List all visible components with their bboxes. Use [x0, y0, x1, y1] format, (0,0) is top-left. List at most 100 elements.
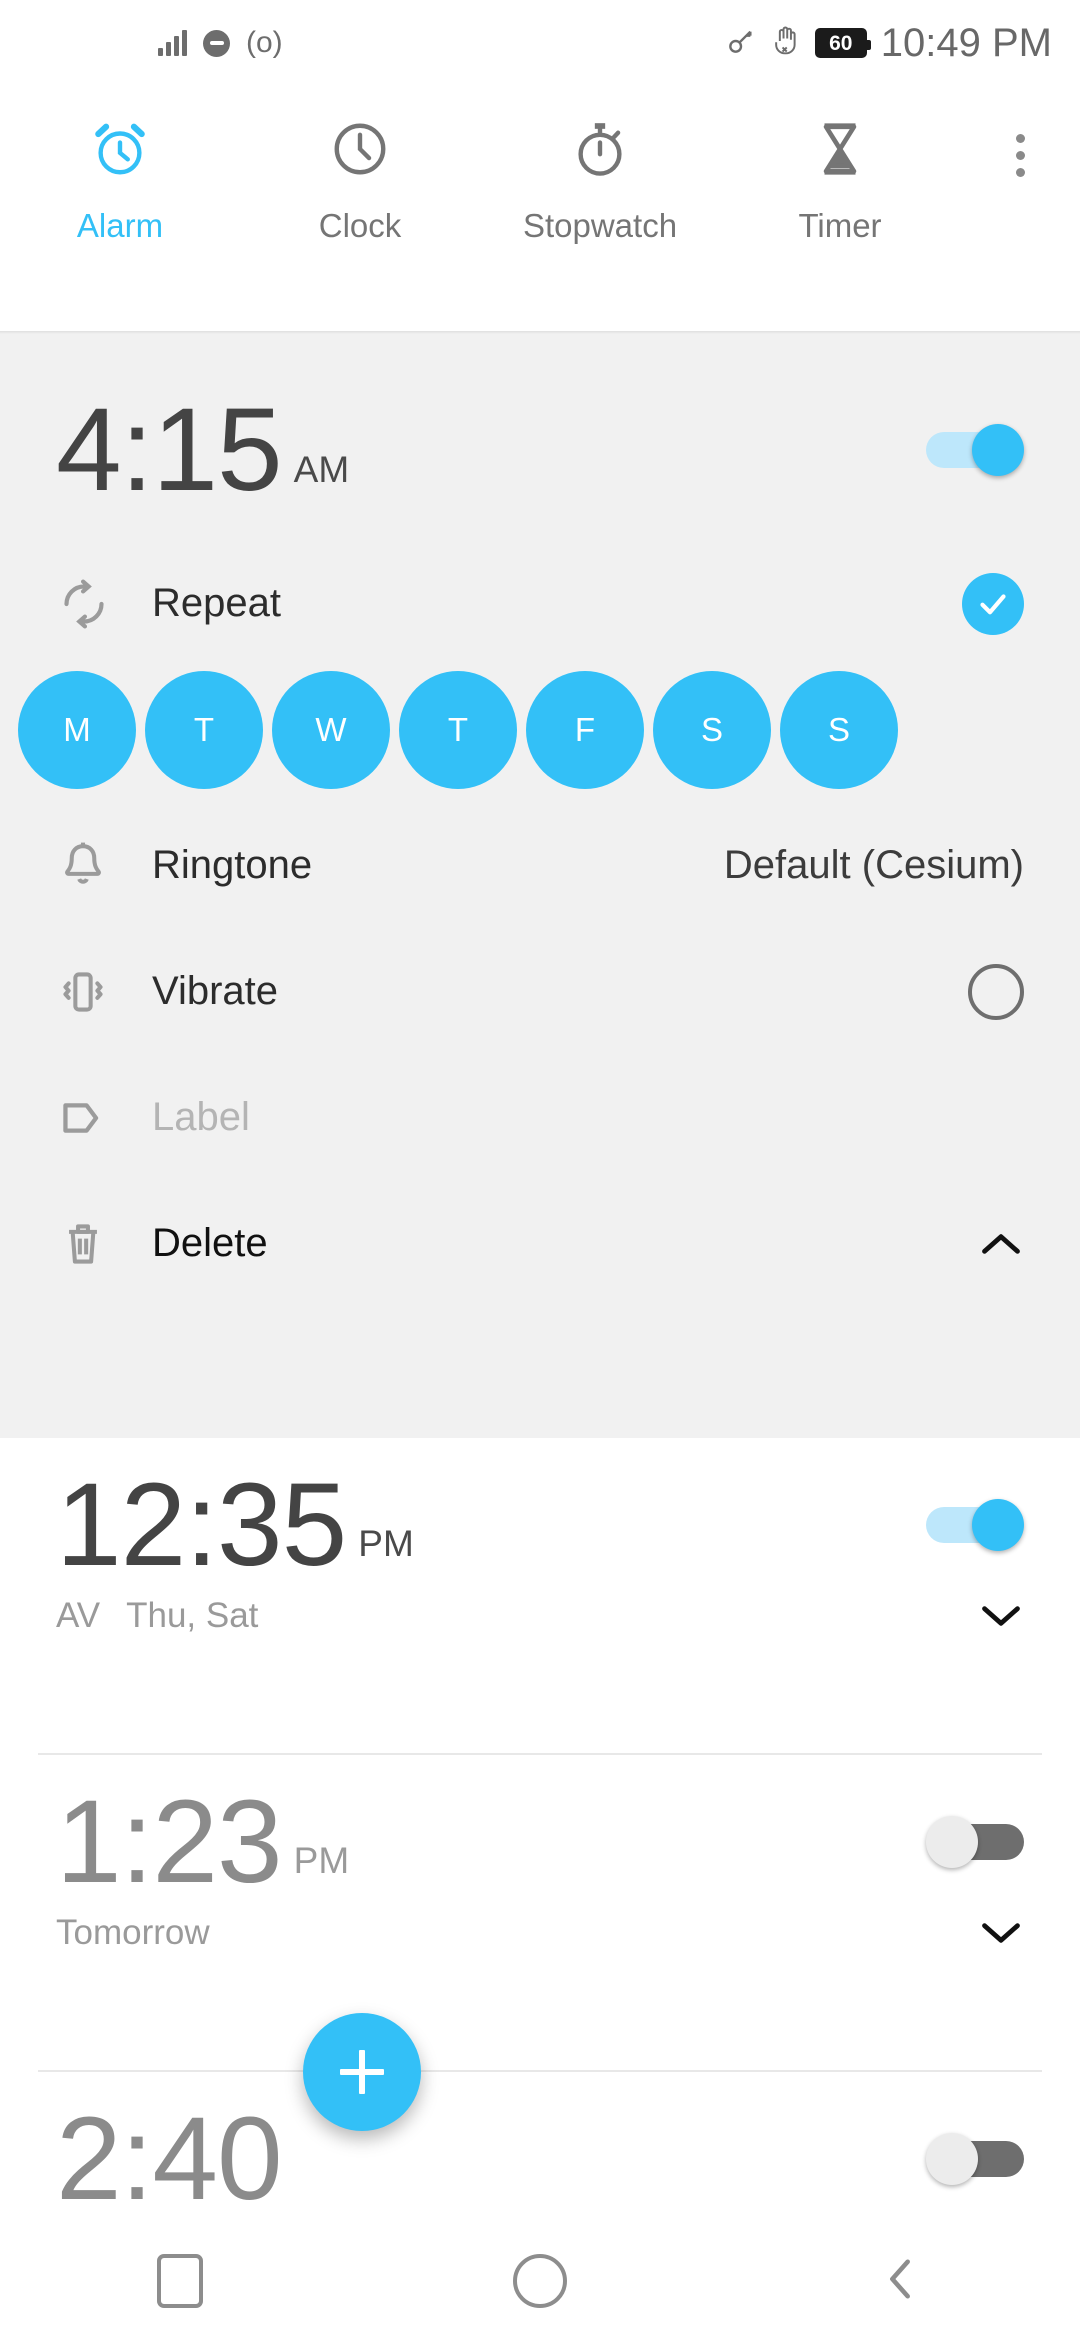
toggle-knob: [926, 1816, 978, 1868]
circle-icon: [513, 2254, 567, 2308]
repeat-checkbox[interactable]: [962, 572, 1024, 635]
dot: [1015, 151, 1025, 160]
alarm-row-240[interactable]: 2:40: [0, 2072, 1080, 2222]
system-nav-bar: [0, 2222, 1080, 2340]
do-not-disturb-icon: [203, 29, 230, 57]
clock-app-screen: (o) 60 10:49 PM Alarm Clock Stopwatch Ti…: [0, 0, 1080, 2340]
trash-icon: [56, 1217, 152, 1271]
dot: [1015, 134, 1025, 143]
repeat-icon: [56, 576, 152, 632]
ringtone-label: Ringtone: [152, 843, 313, 888]
back-button[interactable]: [810, 2222, 990, 2340]
day-saturday[interactable]: S: [653, 670, 771, 789]
day-monday[interactable]: M: [18, 670, 136, 789]
vibrate-checkbox[interactable]: [968, 963, 1024, 1020]
clock-icon: [329, 118, 391, 185]
vibrate-label: Vibrate: [152, 969, 279, 1014]
alarm-123-toggle[interactable]: [926, 1813, 1024, 1871]
tab-alarm[interactable]: Alarm: [0, 86, 240, 245]
label-row[interactable]: Label: [0, 1055, 1080, 1181]
status-bar-left: (o): [28, 28, 283, 58]
bell-icon: [56, 839, 152, 893]
ringtone-row[interactable]: Ringtone Default (Cesium): [0, 803, 1080, 929]
tab-timer-label: Timer: [798, 207, 882, 244]
expanded-alarm-meridiem: AM: [293, 448, 350, 490]
chevron-up-icon[interactable]: [978, 1221, 1024, 1267]
chevron-down-icon[interactable]: [978, 1910, 1024, 1956]
label-input[interactable]: Label: [152, 1095, 1024, 1140]
add-alarm-button[interactable]: [303, 2013, 421, 2131]
day-wednesday[interactable]: W: [272, 670, 390, 789]
no-touch-icon: [771, 25, 801, 62]
alarm-1235-meridiem: PM: [358, 1523, 414, 1565]
repeat-label: Repeat: [152, 581, 281, 626]
alarm-123-meridiem: PM: [293, 1840, 350, 1882]
plus-icon: [340, 2050, 384, 2094]
alarm-row-1235[interactable]: 12:35 PM AV Thu, Sat: [0, 1438, 1080, 1753]
tab-alarm-label: Alarm: [76, 207, 164, 244]
alarm-123-days: Tomorrow: [56, 1913, 210, 1952]
toggle-knob: [972, 1499, 1024, 1551]
expanded-alarm-time[interactable]: 4:15 AM: [56, 384, 350, 516]
tab-list: Alarm Clock Stopwatch Timer: [0, 86, 960, 245]
more-options-button[interactable]: [960, 86, 1080, 177]
alarm-240-top: 2:40: [0, 2072, 1080, 2217]
chevron-down-icon[interactable]: [978, 1593, 1024, 1639]
alarm-240-toggle[interactable]: [926, 2130, 1024, 2188]
signal-bars-icon: [158, 30, 187, 56]
delete-row[interactable]: Delete: [0, 1181, 1080, 1307]
expanded-alarm-time-value: 4:15: [56, 384, 283, 516]
alarm-1235-time[interactable]: 12:35 PM: [56, 1458, 414, 1591]
alarm-1235-time-value: 12:35: [56, 1458, 347, 1591]
day-friday[interactable]: F: [526, 670, 644, 789]
battery-icon: 60: [814, 28, 871, 58]
recents-button[interactable]: [90, 2222, 270, 2340]
status-bar-right: 60 10:49 PM: [725, 21, 1052, 66]
stopwatch-icon: [569, 118, 631, 185]
dot: [1015, 168, 1025, 177]
status-bar: (o) 60 10:49 PM: [0, 0, 1080, 86]
tab-clock[interactable]: Clock: [240, 86, 480, 245]
expanded-alarm-header[interactable]: 4:15 AM: [0, 334, 1080, 516]
toggle-knob: [926, 2133, 978, 2185]
alarm-123-subtitle: Tomorrow: [56, 1913, 210, 1953]
alarm-1235-days: Thu, Sat: [126, 1596, 259, 1635]
alarm-1235-label: AV: [56, 1596, 101, 1635]
delete-label: Delete: [152, 1221, 268, 1266]
tab-stopwatch[interactable]: Stopwatch: [480, 86, 720, 245]
back-chevron-icon: [877, 2252, 923, 2311]
tag-icon: [56, 1091, 152, 1145]
battery-level: 60: [829, 31, 853, 55]
status-bar-clock: 10:49 PM: [880, 20, 1052, 65]
alarm-1235-subtitle: AV Thu, Sat: [56, 1596, 258, 1636]
vpn-key-icon: [725, 25, 757, 62]
alarm-clock-icon: [89, 118, 151, 185]
tab-clock-label: Clock: [318, 207, 402, 244]
tab-timer[interactable]: Timer: [720, 86, 960, 245]
alarm-123-time-value: 1:23: [56, 1775, 283, 1908]
repeat-row[interactable]: Repeat: [0, 541, 1080, 667]
repeat-days: M T W T F S S: [0, 667, 1080, 803]
alarm-1235-toggle[interactable]: [926, 1496, 1024, 1554]
home-button[interactable]: [450, 2222, 630, 2340]
alarm-123-top: 1:23 PM: [0, 1755, 1080, 1900]
day-tuesday[interactable]: T: [145, 670, 263, 789]
vibrate-row[interactable]: Vibrate: [0, 929, 1080, 1055]
square-icon: [157, 2254, 203, 2308]
ringtone-value: Default (Cesium): [723, 843, 1024, 888]
alarm-240-time[interactable]: 2:40: [56, 2092, 294, 2222]
alarm-240-time-value: 2:40: [56, 2092, 283, 2222]
cast-icon: (o): [246, 26, 283, 59]
toggle-knob: [972, 424, 1024, 477]
vibrate-icon: [56, 965, 152, 1019]
alarm-1235-top: 12:35 PM: [0, 1438, 1080, 1583]
day-thursday[interactable]: T: [399, 670, 517, 789]
expanded-alarm-card: 4:15 AM Repeat M T W T F S S Ringtone De…: [0, 334, 1080, 1438]
alarm-row-123[interactable]: 1:23 PM Tomorrow: [0, 1755, 1080, 2070]
alarm-123-time[interactable]: 1:23 PM: [56, 1775, 350, 1908]
tab-bar: Alarm Clock Stopwatch Timer: [0, 86, 1080, 331]
day-sunday[interactable]: S: [780, 670, 898, 789]
expanded-alarm-toggle[interactable]: [926, 421, 1024, 479]
hourglass-icon: [809, 118, 871, 185]
tab-stopwatch-label: Stopwatch: [522, 207, 678, 244]
